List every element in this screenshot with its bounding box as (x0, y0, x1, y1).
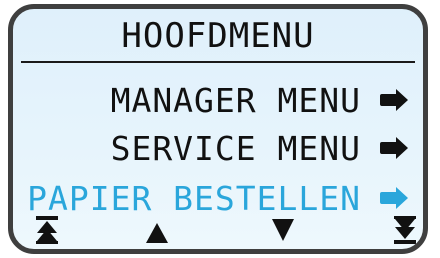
menu-item-label: MANAGER MENU (110, 80, 361, 120)
device: HOOFDMENU MANAGER MENU SERVICE MENU PAPI… (0, 0, 440, 258)
title-divider (21, 61, 415, 63)
first-item-icon (36, 216, 58, 244)
up-arrow-icon (146, 223, 168, 243)
menu-item-papier-bestellen[interactable]: PAPIER BESTELLEN (27, 175, 409, 221)
menu-item-manager-menu[interactable]: MANAGER MENU (111, 77, 409, 123)
last-item-icon (394, 216, 416, 244)
menu-item-label: SERVICE MENU (110, 128, 361, 168)
menu-item-label: PAPIER BESTELLEN (27, 178, 361, 218)
arrow-right-icon (380, 89, 408, 111)
arrow-right-icon (380, 137, 408, 159)
nav-first-button[interactable] (35, 215, 59, 245)
nav-down-button[interactable] (271, 215, 295, 245)
nav-last-button[interactable] (393, 215, 417, 245)
menu-title: HOOFDMENU (121, 16, 315, 56)
nav-up-button[interactable] (145, 215, 169, 245)
down-arrow-icon (272, 219, 294, 241)
lcd-screen: HOOFDMENU MANAGER MENU SERVICE MENU PAPI… (8, 4, 428, 254)
menu-item-service-menu[interactable]: SERVICE MENU (111, 125, 409, 171)
arrow-right-icon (380, 187, 408, 209)
